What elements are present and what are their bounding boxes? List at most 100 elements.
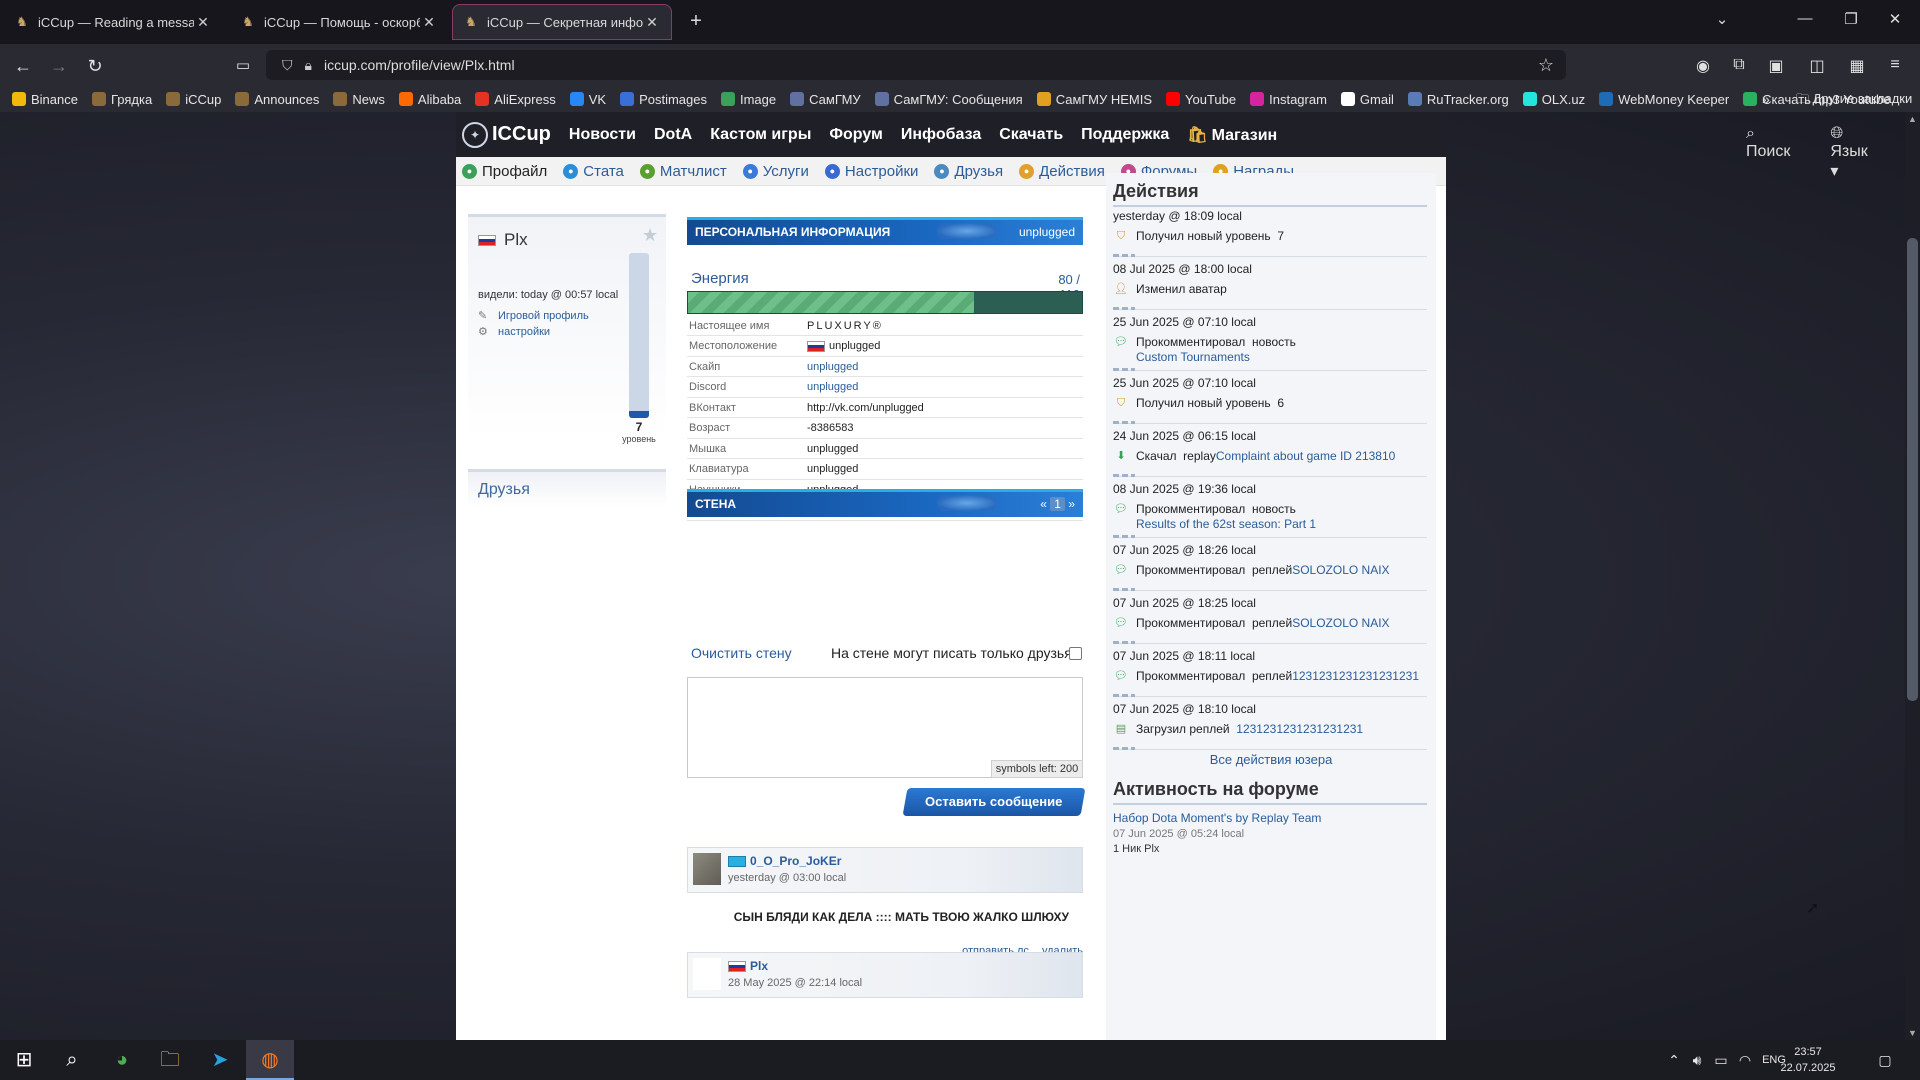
url-text[interactable]: iccup.com/profile/view/Plx.html [324,57,1538,73]
bookmark-item[interactable]: YouTube [1166,92,1236,107]
bookmark-star-icon[interactable]: ☆ [1538,55,1554,76]
forum-activity-item[interactable]: Набор Dota Moment's by Replay Team [1113,811,1321,825]
telegram-icon[interactable]: ➤ [196,1040,244,1080]
menu-custom-games[interactable]: Кастом игры [710,126,811,144]
new-tab-button[interactable]: + [684,10,708,33]
info-value[interactable]: unplugged [807,381,858,393]
close-icon[interactable]: ✕ [194,14,212,31]
menu-forum[interactable]: Форум [829,126,883,144]
search-button[interactable]: ⌕ Поиск [1746,125,1810,181]
bookmark-item[interactable]: VK [569,92,606,107]
friends-box[interactable]: Друзья [468,469,666,507]
menu-support[interactable]: Поддержка [1081,126,1169,144]
info-value[interactable]: unplugged [807,361,858,373]
post-author[interactable]: Plx [728,959,768,973]
game-profile-link[interactable]: ✎ Игровой профиль [478,309,589,323]
post-message-button[interactable]: Оставить сообщение [902,788,1086,816]
avatar[interactable] [693,958,721,990]
restore-icon[interactable]: ❐ [1836,10,1866,28]
action-link[interactable]: Complaint about game ID 213810 [1216,449,1395,463]
bookmark-item[interactable]: Instagram [1250,92,1327,107]
tray-chevron-up-icon[interactable]: ⌃ [1664,1040,1684,1080]
bookmark-item[interactable]: AliExpress [475,92,556,107]
qr-icon[interactable]: ▦ [1846,56,1868,76]
forward-arrow-icon[interactable]: → [46,53,72,79]
menu-infobase[interactable]: Инфобаза [901,126,981,144]
action-link[interactable]: SOLOZOLO NAIX [1292,563,1389,577]
bookmark-item[interactable]: СамГМУ: Сообщения [874,92,1023,107]
reload-icon[interactable]: ↻ [82,53,108,79]
site-logo[interactable]: ✦ ICCup [462,121,551,148]
firefox-icon[interactable]: ◍ [246,1040,294,1080]
subnav-tab[interactable]: ● Матчлист [639,163,727,180]
menu-news[interactable]: Новости [569,126,636,144]
notifications-icon[interactable]: ▢ [1870,1040,1900,1080]
back-arrow-icon[interactable]: ← [10,53,36,79]
bookmark-item[interactable]: News [333,92,385,107]
other-bookmarks-folder[interactable]: 🗀︎ Другие закладки [1796,86,1912,112]
bookmark-item[interactable]: СамГМУ HEMIS [1036,92,1152,107]
language-button[interactable]: 🌐︎ Язык ▾ [1830,125,1887,181]
minimize-icon[interactable]: — [1790,10,1820,27]
close-icon[interactable]: ✕ [420,14,438,31]
subnav-tab[interactable]: ● Стата [563,163,624,180]
search-icon[interactable]: ⌕ [48,1040,96,1080]
windows-start-icon[interactable]: ⊞ [0,1040,48,1080]
pager-prev[interactable]: « [1040,497,1047,511]
browser-tab-2[interactable]: ♞ iCCup — Помощь - оскорбили ✕ [230,4,448,40]
bookmark-item[interactable]: RuTracker.org [1407,92,1509,107]
wifi-icon[interactable]: ◠ [1734,1040,1756,1080]
pager-page[interactable]: 1 [1050,497,1065,511]
bookmark-item[interactable]: Gmail [1340,92,1394,107]
extension-icon[interactable]: ◫ [1806,56,1828,76]
file-explorer-icon[interactable]: 🗀︎ [146,1040,194,1080]
system-clock[interactable]: 23:57 22.07.2025 [1778,1044,1838,1076]
lock-icon[interactable]: 🔒︎ [305,57,312,74]
close-window-icon[interactable]: ✕ [1880,10,1910,28]
only-friends-checkbox[interactable] [1069,647,1082,660]
sidebar-toggle-icon[interactable]: ▭ [230,53,256,79]
post-author[interactable]: 0_O_Pro_JoKEr [728,854,841,868]
menu-hamburger-icon[interactable]: ≡ [1884,56,1906,74]
bookmark-item[interactable]: Announces [235,92,319,107]
avatar[interactable] [693,853,721,885]
volume-icon[interactable]: 🔊︎ [1686,1040,1708,1080]
subnav-tab[interactable]: ● Профайл [462,163,547,180]
subnav-tab[interactable]: ● Настройки [824,163,918,180]
bookmark-item[interactable]: Грядка [91,92,152,107]
scroll-up-arrow-icon[interactable]: ▲ [1905,114,1920,124]
extension-icon[interactable]: ▣ [1765,56,1787,76]
action-link[interactable]: 1231231231231231231 [1292,669,1419,683]
scroll-down-arrow-icon[interactable]: ▼ [1905,1028,1920,1038]
extensions-icon[interactable]: ⧉ [1728,56,1750,74]
bookmark-item[interactable]: Postimages [620,92,707,107]
bookmark-item[interactable]: iCCup [166,92,221,107]
browser-tab-1[interactable]: ♞ iCCup — Reading a message fro ✕ [4,4,222,40]
menu-download[interactable]: Скачать [999,126,1063,144]
settings-link[interactable]: ⚙ настройки [478,325,550,339]
account-icon[interactable]: ◉ [1692,56,1714,76]
shield-icon[interactable]: ⛉ [282,57,293,74]
bookmark-item[interactable]: WebMoney Keeper [1599,92,1729,107]
subnav-tab[interactable]: ● Действия [1019,163,1105,180]
battery-icon[interactable]: ▭ [1710,1040,1732,1080]
bookmark-item[interactable]: Alibaba [398,92,461,107]
bookmarks-overflow-button[interactable]: » [1762,86,1770,112]
menu-shop[interactable]: 🛍︎ Магазин [1187,125,1277,145]
action-sub-link[interactable]: Results of the 62st season: Part 1 [1136,517,1427,531]
address-bar[interactable]: ⛉ 🔒︎ iccup.com/profile/view/Plx.html ☆ [266,50,1566,80]
pager-next[interactable]: » [1068,497,1075,511]
menu-dota[interactable]: DotA [654,126,692,144]
action-link[interactable]: SOLOZOLO NAIX [1292,616,1389,630]
subnav-tab[interactable]: ● Друзья [934,163,1003,180]
subnav-tab[interactable]: ● Услуги [742,163,809,180]
clear-wall-link[interactable]: Очистить стену [691,645,792,661]
action-sub-link[interactable]: Custom Tournaments [1136,350,1427,364]
close-icon[interactable]: ✕ [643,14,661,31]
action-link[interactable]: 1231231231231231231 [1236,722,1363,736]
bookmark-item[interactable]: Image [720,92,776,107]
tab-list-chevron-down-icon[interactable]: ⌄ [1707,10,1737,28]
bookmark-item[interactable]: СамГМУ [790,92,861,107]
bookmark-item[interactable]: OLX.uz [1522,92,1585,107]
browser-tab-3-active[interactable]: ♞ iCCup — Секретная информац ✕ [452,4,672,40]
